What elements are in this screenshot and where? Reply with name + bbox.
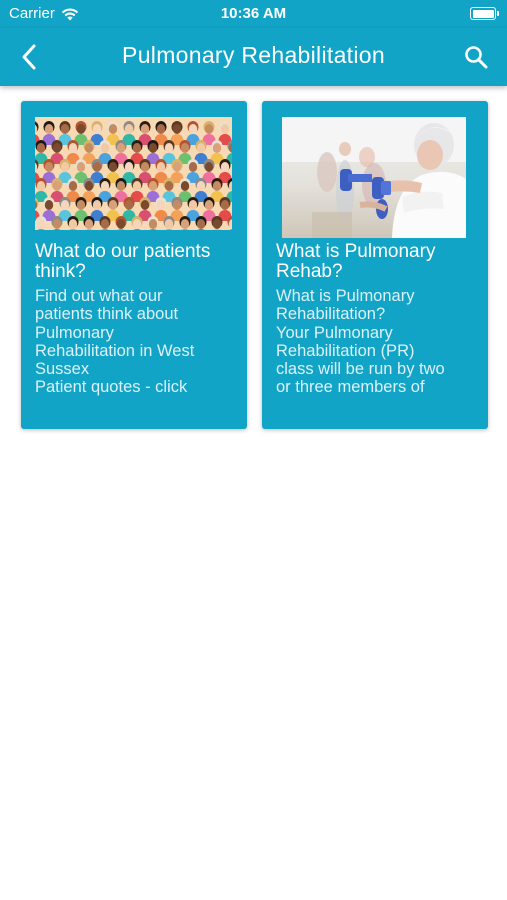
exercise-photo-image — [282, 117, 466, 238]
card-title: What is Pulmonary Rehab? — [276, 241, 436, 282]
card-patients-think[interactable]: What do our patients think? Find out wha… — [21, 101, 247, 429]
page-title: Pulmonary Rehabilitation — [122, 42, 385, 68]
status-bar: Carrier 10:36 AM — [0, 0, 507, 28]
search-button[interactable] — [459, 40, 493, 74]
navigation-bar: Pulmonary Rehabilitation — [0, 28, 507, 86]
search-icon — [465, 46, 488, 69]
battery-icon — [470, 7, 499, 20]
crowd-illustration-image — [35, 117, 232, 230]
battery-level — [472, 9, 494, 18]
card-title: What do our patients think? — [35, 241, 211, 282]
card-what-is-pr[interactable]: What is Pulmonary Rehab? What is Pulmona… — [262, 101, 488, 429]
status-time: 10:36 AM — [220, 5, 287, 22]
card-description: What is Pulmonary Rehabilitation? Your P… — [276, 287, 445, 397]
card-description: Find out what our patients think about P… — [35, 287, 195, 397]
